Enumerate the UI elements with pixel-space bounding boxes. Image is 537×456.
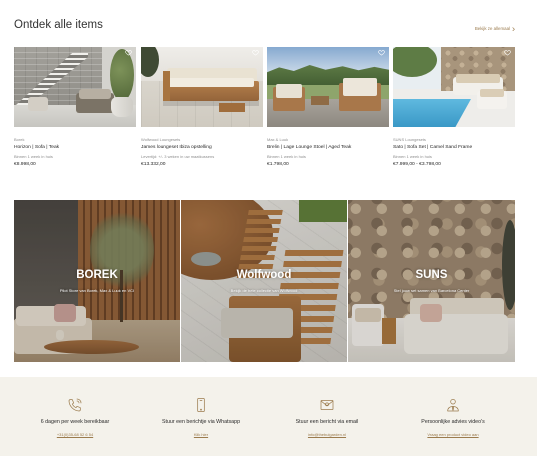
photo-table — [311, 96, 329, 105]
section-title: Ontdek alle items — [14, 19, 103, 31]
product-name[interactable]: Horizon | Sofa | Teak — [14, 145, 59, 151]
product-price: €8.998,00 — [14, 161, 36, 167]
service-title: Stuur een berichtje via Whatsapp — [161, 419, 241, 425]
email-link[interactable]: info@thebulgarden.nl — [264, 433, 390, 437]
service-bar: 6 dagen per week bereikbaar +31(0)35-68 … — [0, 377, 537, 456]
product-brand: Max & Luuk — [267, 137, 289, 142]
photo-sofa-arm — [163, 71, 170, 101]
product-brand: Wolfwood Loungesets — [141, 137, 181, 142]
service-email: Stuur een bericht via email info@thebulg… — [264, 377, 390, 456]
service-whatsapp: Stuur een berichtje via Whatsapp Klik hi… — [138, 377, 264, 456]
mobile-icon — [197, 397, 205, 413]
product-card[interactable]: Wolfwood Loungesets James loungeset Ibiz… — [141, 47, 263, 171]
photo-cushion-left — [276, 84, 302, 98]
photo-chair-cushion — [480, 89, 504, 97]
product-card[interactable]: Borek Horizon | Sofa | Teak Binnen 1 wee… — [14, 47, 136, 171]
view-all-link[interactable]: Bekijk ze allemaal — [474, 25, 515, 32]
brand-banner-wolfwood[interactable]: Wolfwood Bekijk de hele collectie van Wo… — [181, 200, 347, 362]
video-advice-icon — [447, 398, 459, 412]
heart-icon[interactable] — [125, 49, 132, 56]
heart-icon[interactable] — [378, 49, 385, 56]
phone-link[interactable]: +31(0)35-68 52 6 54 — [12, 433, 138, 437]
product-delivery: Levertijd: +/- 3 weken in uw maatkussens — [141, 154, 215, 159]
banner-subtitle: Bekijk de hele collectie van Wolfwood — [230, 288, 298, 293]
product-image[interactable] — [267, 47, 389, 127]
banner-subtitle: Stel jouw set samen van Barcelona Center — [393, 288, 470, 293]
view-all-label: Bekijk ze allemaal — [474, 25, 510, 31]
photo-table — [219, 103, 245, 112]
service-phone: 6 dagen per week bereikbaar +31(0)35-68 … — [12, 377, 138, 456]
section-header: Ontdek alle items Bekijk ze allemaal — [0, 0, 537, 44]
heart-icon[interactable] — [504, 49, 511, 56]
product-name[interactable]: Brelin | Lage Lounge Stoel | Aged Teak — [267, 145, 351, 151]
whatsapp-link[interactable]: Klik hier — [138, 433, 264, 437]
product-name[interactable]: Sato | Sofa Set | Camel Sand Frame — [393, 145, 472, 151]
product-image[interactable] — [393, 47, 515, 127]
photo-pot — [111, 97, 133, 117]
photo-sofa-cushions — [456, 74, 500, 83]
brand-banner-suns[interactable]: SUNS Stel jouw set samen van Barcelona C… — [348, 200, 515, 362]
product-brand: Borek — [14, 137, 25, 142]
product-image[interactable] — [141, 47, 263, 127]
product-delivery: Binnen 1 week in huis — [14, 154, 53, 159]
product-delivery: Binnen 1 week in huis — [393, 154, 432, 159]
product-brand: SUNS Loungesets — [393, 137, 426, 142]
product-name[interactable]: James loungeset Ibiza opstelling — [141, 145, 212, 151]
service-title: 6 dagen per week bereikbaar — [40, 419, 110, 425]
product-price: €7.999,00 - €3.798,00 — [393, 161, 441, 167]
product-card[interactable]: Max & Luuk Brelin | Lage Lounge Stoel | … — [267, 47, 389, 171]
video-request-link[interactable]: Vraag een product video aan — [390, 433, 516, 437]
heart-icon[interactable] — [252, 49, 259, 56]
photo-cushion-right — [343, 78, 377, 96]
product-price: €13.332,00 — [141, 161, 166, 167]
photo-sofa-seat — [168, 78, 254, 87]
brand-banner-borek[interactable]: BOREK Pilot Store van Borek, Max & Luuk … — [14, 200, 180, 362]
chevron-right-icon — [512, 26, 515, 31]
phone-icon — [68, 398, 82, 412]
product-card[interactable]: SUNS Loungesets Sato | Sofa Set | Camel … — [393, 47, 515, 171]
service-video-advice: Persoonlijke advies video's Vraag een pr… — [390, 377, 516, 456]
banner-title: SUNS — [415, 269, 448, 281]
photo-cushions — [79, 89, 111, 99]
email-icon — [320, 399, 334, 411]
product-price: €1.798,00 — [267, 161, 289, 167]
photo-plant — [110, 49, 134, 101]
banner-title: BOREK — [76, 269, 118, 281]
product-image[interactable] — [14, 47, 136, 127]
product-delivery: Binnen 1 week in huis — [267, 154, 306, 159]
service-title: Persoonlijke advies video's — [421, 419, 485, 425]
banner-subtitle: Pilot Store van Borek, Max & Luuk en VCI — [59, 288, 135, 293]
photo-chair — [28, 97, 48, 111]
service-title: Stuur een bericht via email — [295, 419, 359, 425]
banner-title: Wolfwood — [236, 269, 292, 281]
